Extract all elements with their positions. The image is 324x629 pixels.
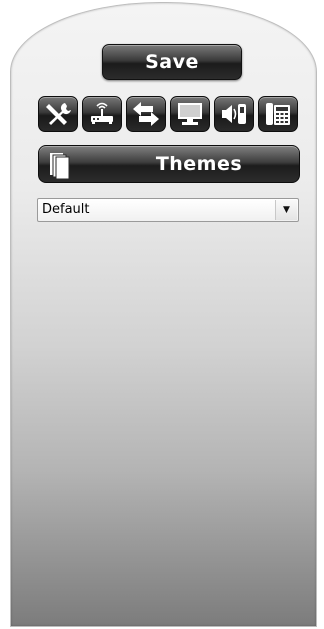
themes-title: Themes bbox=[155, 153, 243, 175]
tools-icon[interactable] bbox=[38, 96, 78, 132]
speaker-phone-icon[interactable] bbox=[214, 96, 254, 132]
transfer-arrows-icon[interactable] bbox=[126, 96, 166, 132]
theme-select[interactable]: Default ▼ bbox=[37, 198, 299, 222]
documents-icon bbox=[50, 153, 70, 179]
wireless-router-icon[interactable] bbox=[82, 96, 122, 132]
themes-header[interactable]: Themes bbox=[38, 145, 300, 183]
desk-phone-icon[interactable] bbox=[258, 96, 298, 132]
theme-select-value: Default bbox=[42, 202, 90, 217]
chevron-down-icon[interactable]: ▼ bbox=[275, 200, 297, 220]
save-button[interactable]: Save bbox=[102, 44, 242, 80]
monitor-icon[interactable] bbox=[170, 96, 210, 132]
icon-toolbar bbox=[38, 96, 300, 132]
